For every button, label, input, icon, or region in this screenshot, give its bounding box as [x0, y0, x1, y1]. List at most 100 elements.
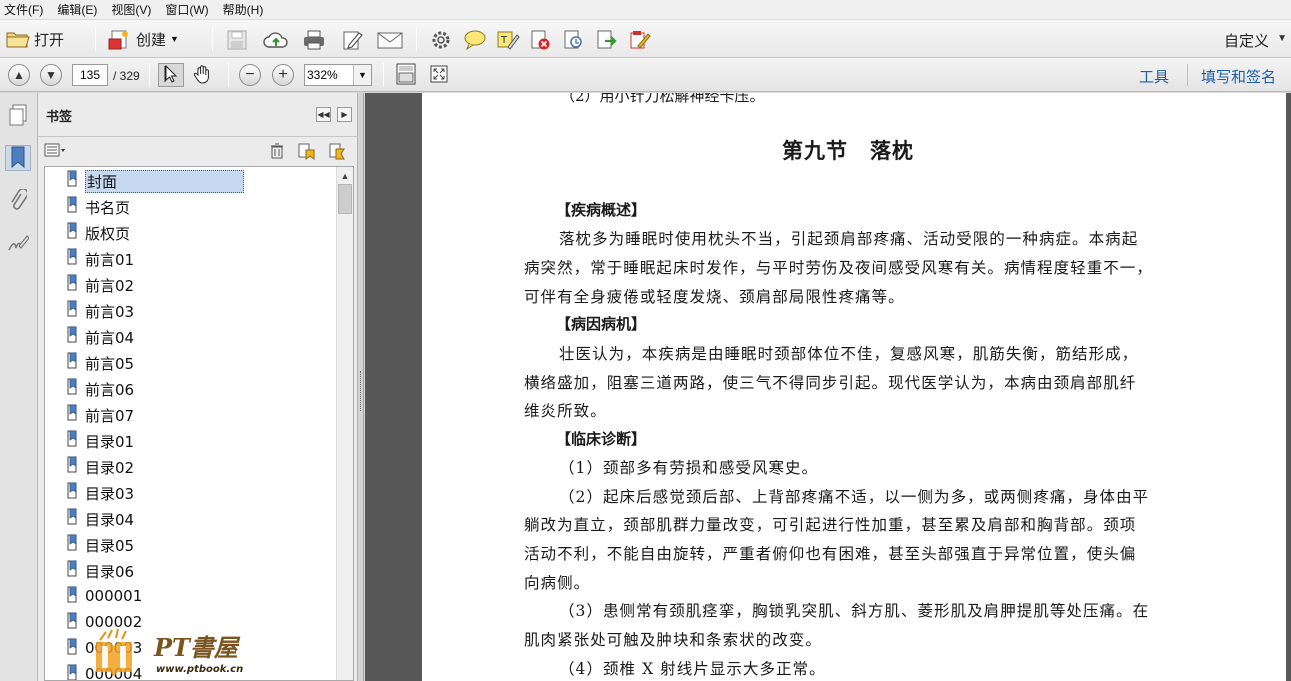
bookmark-item[interactable]: 前言07 [45, 401, 335, 427]
bookmark-tag-icon [329, 143, 345, 160]
scroll-up-icon[interactable]: ▲ [337, 167, 353, 184]
bookmark-icon [67, 274, 77, 291]
overview-line: 病突然，常于睡眠起床时发作，与平时劳伤及夜间感受风寒有关。病情程度轻重不一， [524, 259, 1153, 277]
menu-edit[interactable]: 编辑(E) [57, 0, 97, 20]
tools-pane-button[interactable]: 工具 [1139, 66, 1169, 87]
arrow-down-icon: ▼ [45, 68, 57, 82]
cause-line: 维炎所致。 [524, 402, 607, 420]
bookmark-item[interactable]: 版权页 [45, 219, 335, 245]
bookmark-icon [67, 326, 77, 343]
arrow-up-icon: ▲ [13, 68, 25, 82]
menu-window[interactable]: 窗口(W) [165, 0, 208, 20]
bookmarks-header: 书签 ◀◀ ▶ [38, 93, 358, 137]
bookmark-item[interactable]: 目录02 [45, 453, 335, 479]
bookmark-item[interactable]: 前言06 [45, 375, 335, 401]
sign-button[interactable] [628, 26, 651, 52]
comment-button[interactable] [463, 26, 486, 52]
secure-button[interactable] [562, 26, 584, 52]
fit-page-button[interactable] [393, 63, 419, 87]
bookmark-icon [67, 664, 77, 680]
print-button[interactable] [302, 26, 324, 52]
delete-page-button[interactable] [529, 26, 551, 52]
bookmark-item[interactable]: 前言03 [45, 297, 335, 323]
delete-bookmark-button[interactable] [268, 142, 286, 160]
menu-bar: 文件(F) 编辑(E) 视图(V) 窗口(W) 帮助(H) [0, 0, 1291, 20]
customize-menu[interactable]: 自定义 [1224, 30, 1269, 51]
bookmark-item[interactable]: 前言05 [45, 349, 335, 375]
bookmark-label: 前言02 [85, 277, 135, 295]
chevron-down-icon[interactable]: ▼ [1277, 33, 1287, 44]
bookmark-item[interactable]: 目录06 [45, 557, 335, 583]
cause-line: 壮医认为，本疾病是由睡眠时颈部体位不佳，复感风寒，肌筋失衡，筋结形成， [559, 345, 1139, 363]
menu-file[interactable]: 文件(F) [4, 0, 43, 20]
bookmark-item[interactable]: 前言02 [45, 271, 335, 297]
bookmark-label: 目录04 [85, 511, 135, 529]
bookmark-label: 前言07 [85, 407, 135, 425]
save-icon [226, 29, 248, 50]
open-button[interactable]: 打开 [6, 26, 64, 52]
edit-button[interactable] [341, 26, 363, 52]
highlight-icon: T [496, 29, 520, 50]
select-tool-button[interactable] [158, 63, 184, 87]
save-button[interactable] [226, 26, 248, 52]
signatures-button[interactable] [5, 231, 31, 257]
menu-view[interactable]: 视图(V) [111, 0, 151, 20]
splitter-grip[interactable] [360, 371, 362, 411]
bookmark-icon [67, 508, 77, 525]
next-page-button[interactable]: ▼ [40, 64, 62, 86]
options-icon [44, 143, 65, 157]
zoom-out-button[interactable]: − [239, 64, 261, 86]
bookmark-item[interactable]: 封面 [45, 167, 335, 193]
zoom-input[interactable] [307, 66, 353, 84]
plus-icon: + [278, 66, 288, 83]
bookmark-icon [67, 196, 77, 213]
create-button[interactable]: 创建 ▼ [108, 26, 179, 52]
toolbar-divider [95, 27, 96, 51]
scrollbar-thumb[interactable] [338, 184, 352, 214]
attachments-button[interactable] [5, 187, 31, 215]
heading-diagnosis: 【临床诊断】 [556, 430, 647, 448]
secure-icon [562, 29, 584, 49]
bookmarks-tab-button[interactable] [5, 145, 31, 171]
export-button[interactable] [595, 26, 617, 52]
fill-sign-pane-button[interactable]: 填写和签名 [1201, 66, 1276, 87]
fit-width-button[interactable] [426, 63, 452, 87]
zoom-select[interactable]: ▼ [304, 64, 372, 86]
page-thumbnails-button[interactable] [5, 103, 31, 129]
bookmark-scrollbar[interactable]: ▲ [336, 167, 353, 680]
tag-bookmark-button[interactable] [328, 142, 346, 160]
bookmark-item[interactable]: 书名页 [45, 193, 335, 219]
new-bookmark-button[interactable] [297, 142, 315, 160]
trash-icon [271, 143, 283, 159]
panel-menu-button[interactable]: ▶ [337, 107, 352, 122]
settings-button[interactable] [430, 26, 452, 52]
upload-button[interactable] [263, 26, 288, 52]
bookmark-item[interactable]: 前言01 [45, 245, 335, 271]
bookmark-label: 前言04 [85, 329, 135, 347]
create-pdf-icon [108, 29, 130, 50]
bookmark-item[interactable]: 000001 [45, 583, 335, 609]
bookmark-item[interactable]: 目录03 [45, 479, 335, 505]
chevron-down-icon[interactable]: ▼ [353, 65, 371, 85]
panel-splitter[interactable] [358, 93, 364, 681]
zoom-in-button[interactable]: + [272, 64, 294, 86]
cut-off-line: （2）用小针刀松解神经卡压。 [560, 93, 765, 105]
overview-line: 可伴有全身疲倦或轻度发烧、颈肩部局限性疼痛等。 [524, 288, 905, 306]
cause-line: 横络盛加，阻塞三道两路，使三气不得同步引起。现代医学认为，本病由颈肩部肌纤 [524, 374, 1137, 392]
bookmark-item[interactable]: 前言04 [45, 323, 335, 349]
page-number-input[interactable] [72, 64, 108, 86]
bookmark-item[interactable]: 目录04 [45, 505, 335, 531]
bookmark-item[interactable]: 目录05 [45, 531, 335, 557]
bookmark-list: 封面 书名页 版权页 前言01 前言02 前言03 前言04 前言05 前言06 前言07 目录01… [44, 166, 354, 681]
toolbar-divider [149, 63, 150, 87]
highlight-button[interactable]: T [496, 26, 520, 52]
hand-tool-button[interactable] [190, 63, 216, 87]
navigation-toolbar: ▲ ▼ / 329 − + ▼ 工具 填写和签名 [0, 58, 1291, 92]
menu-help[interactable]: 帮助(H) [223, 0, 264, 20]
options-menu-button[interactable] [44, 143, 66, 160]
collapse-panel-button[interactable]: ◀◀ [316, 107, 331, 122]
previous-page-button[interactable]: ▲ [8, 64, 30, 86]
email-button[interactable] [377, 26, 403, 52]
bookmark-item[interactable]: 目录01 [45, 427, 335, 453]
bookmark-icon [67, 170, 77, 187]
